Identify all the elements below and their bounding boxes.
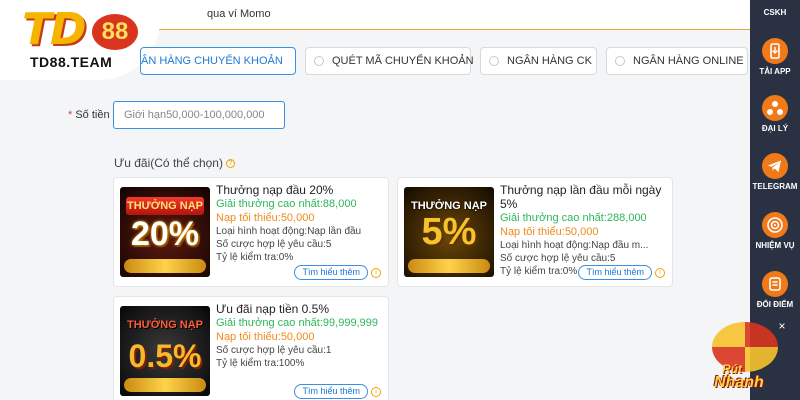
tab-label: ÂN HÀNG CHUYỂN KHOẢN: [141, 55, 283, 67]
radio-icon[interactable]: [314, 56, 324, 66]
promotions-title: Ưu đãi(Có thể chọn)?: [114, 156, 235, 170]
tab-bank-online[interactable]: NGÂN HÀNG ONLINE: [606, 47, 748, 75]
tab-label: NGÂN HÀNG CK: [507, 55, 592, 67]
coins-decoration: [408, 259, 490, 273]
banner-ribbon: THƯỞNG NẠP: [126, 197, 204, 215]
quick-withdraw-line2: Nhanh: [714, 374, 764, 391]
logo-badge: 88: [92, 14, 138, 50]
sidebar-item-telegram[interactable]: TELEGRAM: [750, 153, 800, 191]
promo-max-bonus: Giải thưởng cao nhất:288,000: [500, 212, 647, 224]
amount-label: * Số tiền: [68, 109, 110, 121]
exchange-points-icon: [762, 271, 788, 297]
promo-card-body: Thưởng nạp đầu 20% Giải thưởng cao nhất:…: [216, 183, 384, 264]
learn-more-button[interactable]: Tìm hiểu thêm: [578, 265, 652, 280]
promotions-title-text: Ưu đãi(Có thể chọn): [114, 156, 223, 170]
sidebar-item-agent[interactable]: ĐẠI LÝ: [750, 95, 800, 133]
promo-max-bonus: Giải thưởng cao nhất:88,000: [216, 198, 357, 210]
info-icon[interactable]: i: [655, 268, 665, 278]
promo-card[interactable]: THƯỞNG NẠP 20% Thưởng nạp đầu 20% Giải t…: [113, 177, 389, 287]
promo-title: Thưởng nạp đầu 20%: [216, 183, 334, 197]
tab-bank-transfer[interactable]: ÂN HÀNG CHUYỂN KHOẢN: [140, 47, 296, 75]
tab-label: QUÉT MÃ CHUYỂN KHOẢN: [332, 55, 474, 67]
info-icon[interactable]: i: [371, 268, 381, 278]
amount-input[interactable]: [113, 101, 285, 129]
promo-banner-image: THƯỞNG NẠP 0.5%: [120, 306, 210, 396]
tab-label: NGÂN HÀNG ONLINE: [633, 55, 744, 67]
promo-card[interactable]: THƯỞNG NẠP 0.5% Ưu đãi nạp tiền 0.5% Giả…: [113, 296, 389, 400]
mission-target-icon: [762, 212, 788, 238]
promo-title: Thưởng nạp lần đầu mỗi ngày 5%: [500, 183, 662, 211]
promo-min-deposit: Nạp tối thiểu:50,000: [216, 212, 315, 224]
banner-value: 0.5%: [128, 338, 202, 374]
promo-wager-requirement: Số cược hợp lệ yêu cầu:5: [500, 253, 616, 264]
tab-qr-transfer[interactable]: QUÉT MÃ CHUYỂN KHOẢN: [305, 47, 474, 75]
coins-decoration: [124, 259, 206, 273]
required-mark: *: [68, 109, 73, 121]
promo-wager-requirement: Số cược hợp lệ yêu cầu:1: [216, 345, 332, 356]
promo-banner-image: THƯỞNG NẠP 5%: [404, 187, 494, 277]
promo-max-bonus: Giải thưởng cao nhất:99,999,999: [216, 317, 378, 329]
sidebar-item-label: CSKH: [763, 8, 787, 17]
radio-icon[interactable]: [615, 56, 625, 66]
quick-withdraw-widget[interactable]: Rút Nhanh: [706, 322, 784, 396]
banner-value: 5%: [421, 211, 477, 253]
sidebar-item-missions[interactable]: NHIỆM VỤ: [750, 212, 800, 250]
banner-ribbon: THƯỞNG NẠP: [127, 319, 203, 331]
sidebar-item-download-app[interactable]: TẢI APP: [750, 38, 800, 76]
radio-icon[interactable]: [489, 56, 499, 66]
promo-card[interactable]: THƯỞNG NẠP 5% Thưởng nạp lần đầu mỗi ngà…: [397, 177, 673, 287]
promo-card-body: Thưởng nạp lần đầu mỗi ngày 5% Giải thưở…: [500, 183, 668, 278]
sidebar-item-exchange-points[interactable]: ĐỔI ĐIỂM: [750, 271, 800, 309]
sidebar-item-label: TELEGRAM: [752, 182, 798, 191]
promo-activity-type: Loại hình hoạt động:Nạp đầu m...: [500, 240, 649, 251]
promo-activity-type: Loại hình hoạt động:Nạp lần đầu: [216, 226, 362, 237]
sidebar-item-label: ĐỔI ĐIỂM: [756, 300, 794, 309]
payment-method-hint: qua ví Momo: [207, 8, 271, 20]
coins-decoration: [124, 378, 206, 392]
promo-check-rate: Tỷ lệ kiểm tra:100%: [216, 358, 305, 369]
promo-card-body: Ưu đãi nạp tiền 0.5% Giải thưởng cao nhấ…: [216, 302, 384, 370]
help-icon[interactable]: ?: [225, 159, 235, 169]
sidebar-item-cskh[interactable]: CSKH: [750, 8, 800, 17]
promo-banner-image: THƯỞNG NẠP 20%: [120, 187, 210, 277]
promo-min-deposit: Nạp tối thiểu:50,000: [216, 331, 315, 343]
promo-title: Ưu đãi nạp tiền 0.5%: [216, 302, 329, 316]
sidebar-item-label: ĐẠI LÝ: [761, 124, 789, 133]
telegram-icon: [762, 153, 788, 179]
site-logo[interactable]: TD 88 TD88.TEAM: [0, 0, 160, 80]
info-icon[interactable]: i: [371, 387, 381, 397]
tab-bank-ck[interactable]: NGÂN HÀNG CK: [480, 47, 597, 75]
sidebar-item-label: NHIỆM VỤ: [755, 241, 795, 250]
amount-label-text: Số tiền: [75, 109, 110, 121]
logo-mark: TD: [22, 4, 87, 55]
logo-brand-text: TD88.TEAM: [30, 54, 113, 70]
banner-value: 20%: [130, 215, 200, 253]
agent-network-icon: [762, 95, 788, 121]
mobile-download-icon: [762, 38, 788, 64]
promo-min-deposit: Nạp tối thiểu:50,000: [500, 226, 599, 238]
learn-more-button[interactable]: Tìm hiểu thêm: [294, 384, 368, 399]
promo-wager-requirement: Số cược hợp lệ yêu cầu:5: [216, 239, 332, 250]
learn-more-button[interactable]: Tìm hiểu thêm: [294, 265, 368, 280]
promo-check-rate: Tỷ lệ kiểm tra:0%: [216, 252, 294, 263]
sidebar-item-label: TẢI APP: [759, 67, 791, 76]
